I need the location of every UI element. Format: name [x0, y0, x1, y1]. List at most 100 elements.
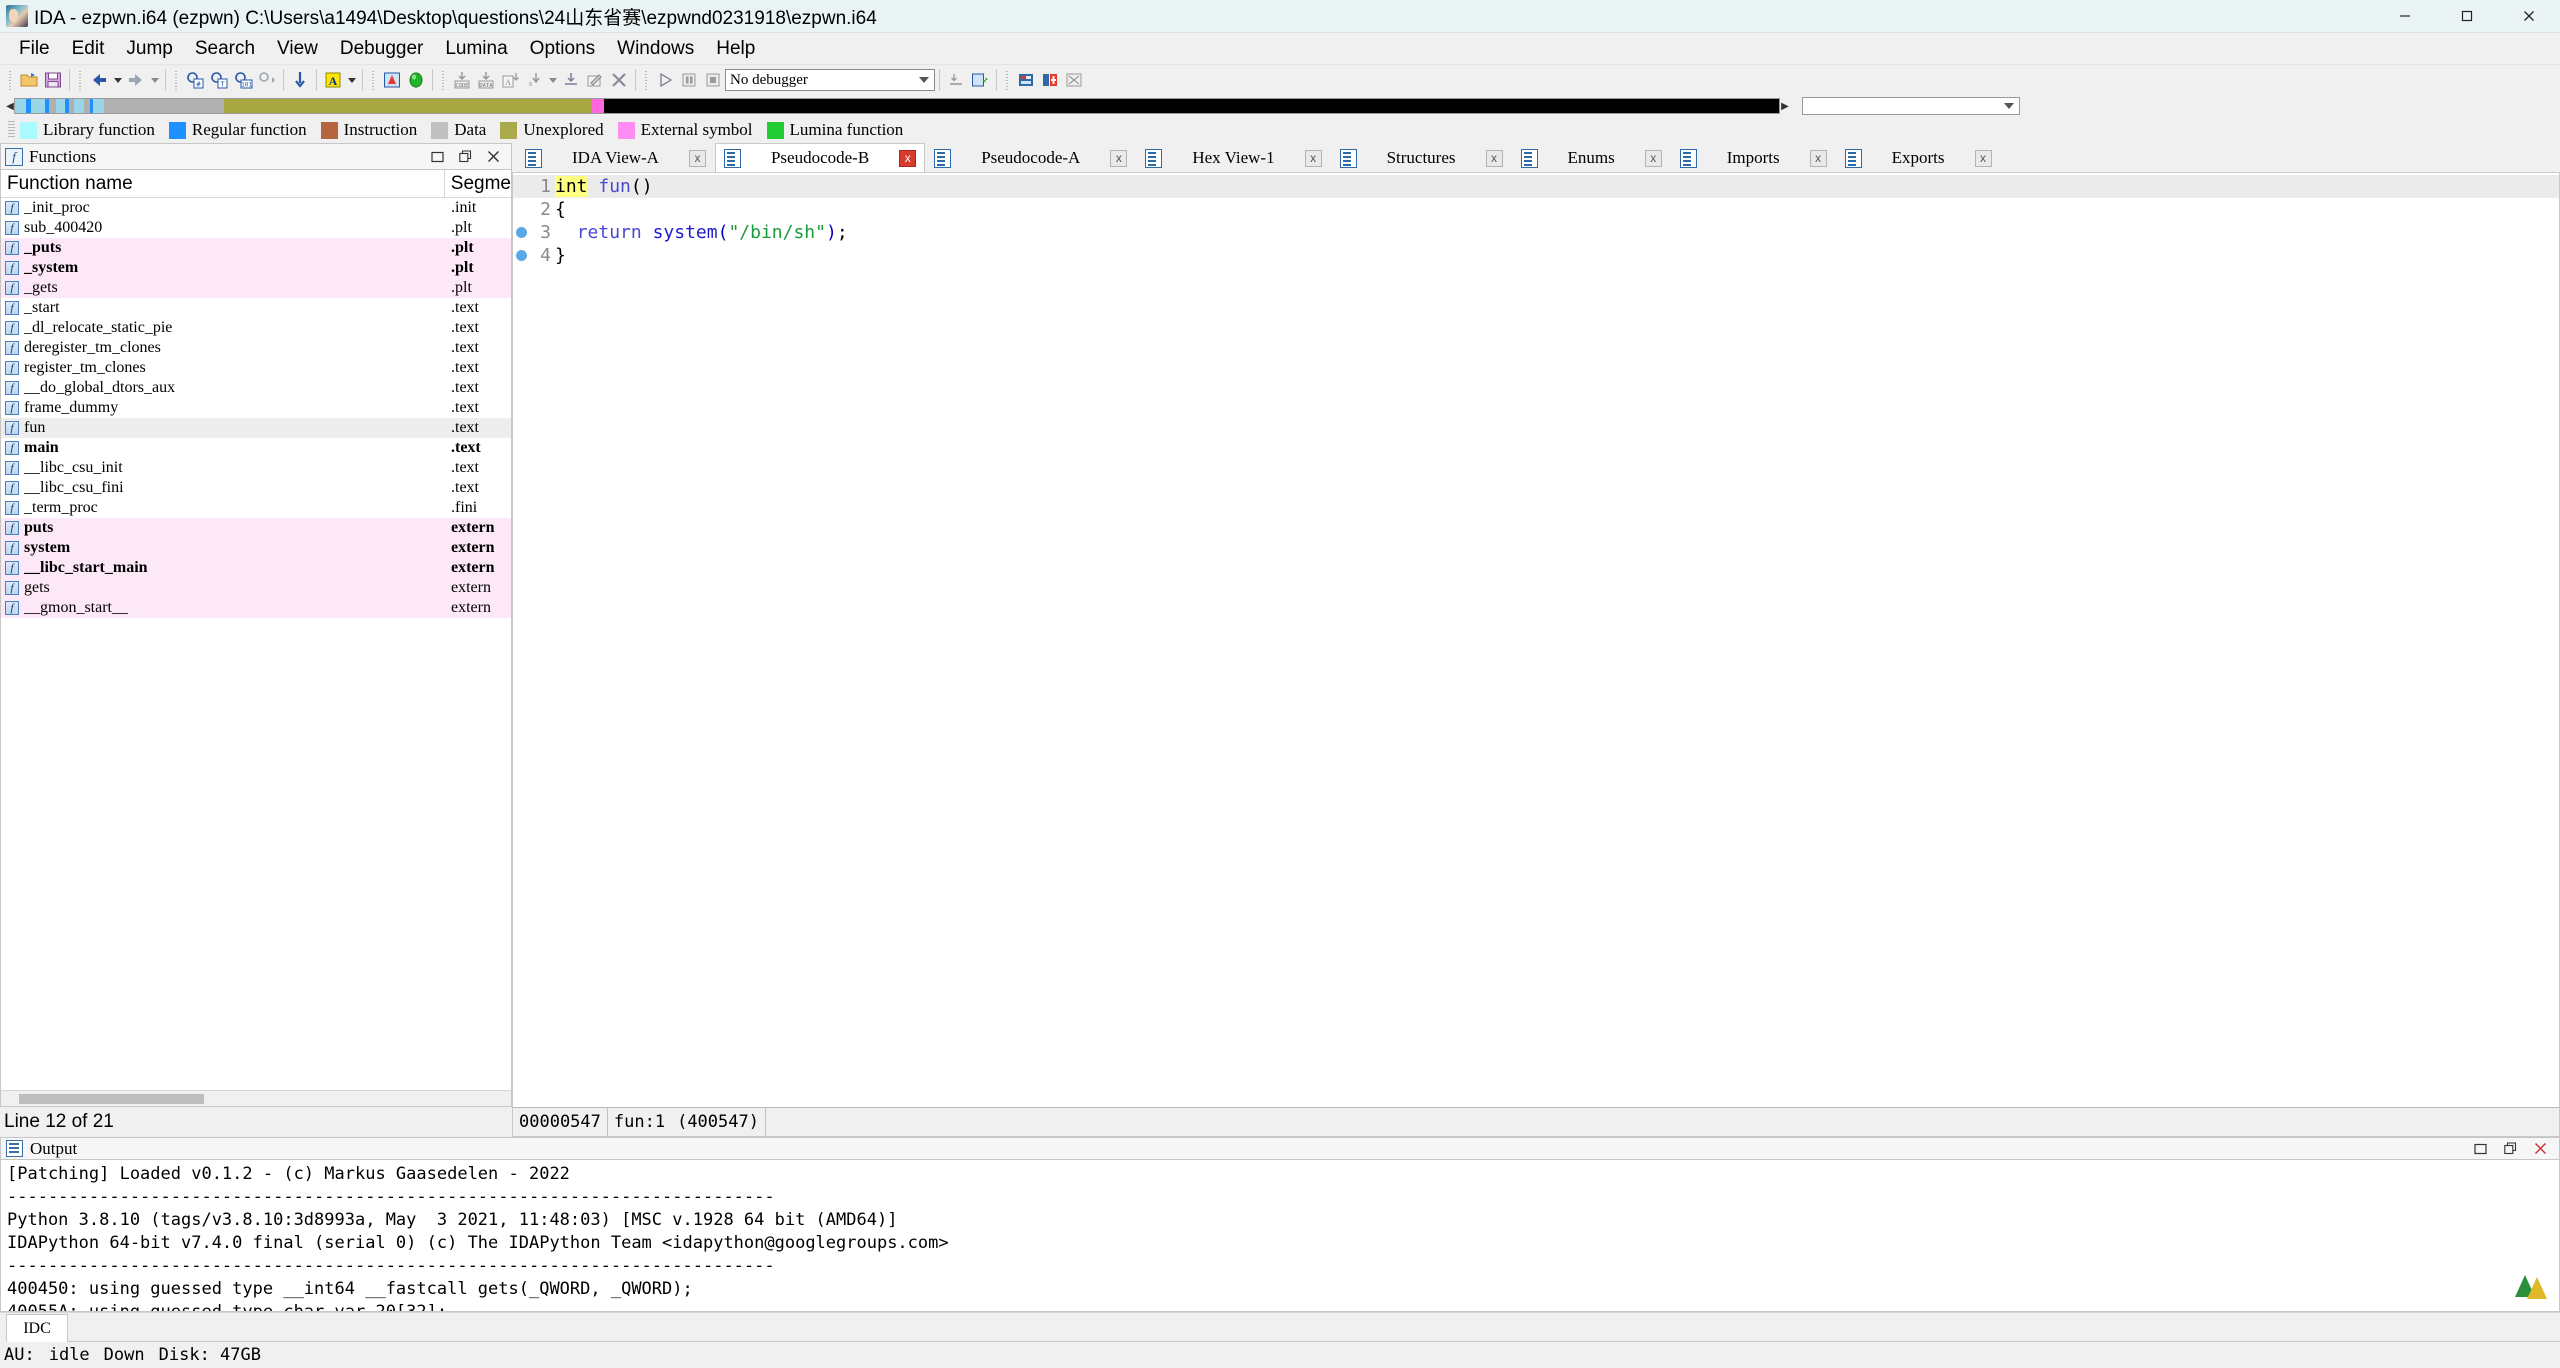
table-row[interactable]: f deregister_tm_clones .text: [1, 338, 511, 358]
table-row[interactable]: f _dl_relocate_static_pie .text: [1, 318, 511, 338]
close-icon[interactable]: [484, 148, 502, 166]
navigate-back-icon[interactable]: [87, 68, 111, 92]
table-row[interactable]: f _puts .plt: [1, 238, 511, 258]
toolbar-grip-extra[interactable]: [1004, 69, 1011, 91]
output-log[interactable]: [Patching] Loaded v0.1.2 - (c) Markus Ga…: [0, 1160, 2560, 1312]
make-struct-icon[interactable]: s: [522, 68, 546, 92]
menu-options[interactable]: Options: [519, 35, 606, 63]
functions-row-container[interactable]: f _init_proc .init f sub_400420 .plt f _puts .pl…: [1, 198, 511, 1090]
table-row[interactable]: f gets extern: [1, 578, 511, 598]
menu-view[interactable]: View: [266, 35, 329, 63]
table-row[interactable]: f __libc_csu_init .text: [1, 458, 511, 478]
table-row[interactable]: f _term_proc .fini: [1, 498, 511, 518]
stack-icon[interactable]: [1062, 68, 1086, 92]
forward-dropdown-icon[interactable]: [148, 68, 161, 92]
run-to-icon[interactable]: [404, 68, 428, 92]
step-icon[interactable]: [944, 68, 968, 92]
breakpoint-marker-icon[interactable]: [513, 227, 529, 238]
table-row[interactable]: f system extern: [1, 538, 511, 558]
table-row[interactable]: f __do_global_dtors_aux .text: [1, 378, 511, 398]
step-into-icon[interactable]: [968, 68, 992, 92]
column-header-segment[interactable]: Segme: [445, 170, 511, 197]
scrollbar-thumb[interactable]: [19, 1094, 204, 1104]
stop-icon[interactable]: [701, 68, 725, 92]
menu-edit[interactable]: Edit: [61, 35, 116, 63]
toolbar-grip-edit[interactable]: [440, 69, 447, 91]
toolbar-grip-view[interactable]: [370, 69, 377, 91]
tab-close-icon[interactable]: x: [1485, 149, 1503, 167]
toolbar-grip-debug[interactable]: [643, 69, 650, 91]
edit-function-icon[interactable]: [583, 68, 607, 92]
code-line[interactable]: 2{: [513, 198, 2559, 221]
table-row[interactable]: f __libc_csu_fini .text: [1, 478, 511, 498]
struct-dropdown-icon[interactable]: [546, 68, 559, 92]
open-file-icon[interactable]: [17, 68, 41, 92]
float-icon[interactable]: [456, 148, 474, 166]
search-next-icon[interactable]: [255, 68, 279, 92]
tab-pseudocode-a[interactable]: Pseudocode-A x: [925, 143, 1136, 172]
tab-imports[interactable]: Imports x: [1671, 143, 1836, 172]
string-style-icon[interactable]: A: [321, 68, 345, 92]
table-row[interactable]: f main .text: [1, 438, 511, 458]
make-data-icon[interactable]: DATA: [474, 68, 498, 92]
tab-close-icon[interactable]: x: [1644, 149, 1662, 167]
maximize-button[interactable]: [2436, 0, 2498, 33]
minimize-button[interactable]: [2374, 0, 2436, 33]
navigate-forward-icon[interactable]: [124, 68, 148, 92]
table-row[interactable]: f sub_400420 .plt: [1, 218, 511, 238]
table-row[interactable]: f _start .text: [1, 298, 511, 318]
toolbar-grip-nav[interactable]: [77, 69, 84, 91]
pause-icon[interactable]: [677, 68, 701, 92]
tab-close-icon[interactable]: x: [688, 149, 706, 167]
tab-structures[interactable]: Structures x: [1331, 143, 1512, 172]
navband-combo[interactable]: [1802, 97, 2020, 115]
debugger-select[interactable]: No debugger: [725, 69, 935, 91]
search-text-icon[interactable]: T: [207, 68, 231, 92]
navigation-band[interactable]: [14, 98, 1780, 114]
table-row[interactable]: f puts extern: [1, 518, 511, 538]
navband-scroll-right-icon[interactable]: ▶: [1780, 98, 1790, 114]
menu-search[interactable]: Search: [184, 35, 266, 63]
menu-windows[interactable]: Windows: [606, 35, 705, 63]
undefine-icon[interactable]: [559, 68, 583, 92]
menu-debugger[interactable]: Debugger: [329, 35, 434, 63]
tab-ida-view-a[interactable]: IDA View-A x: [516, 143, 715, 172]
code-line[interactable]: 3 return system("/bin/sh");: [513, 221, 2559, 244]
breakpoint-marker-icon[interactable]: [513, 250, 529, 261]
tab-close-icon[interactable]: x: [1974, 149, 1992, 167]
make-array-icon[interactable]: A: [498, 68, 522, 92]
tab-close-icon[interactable]: x: [1304, 149, 1322, 167]
menu-jump[interactable]: Jump: [115, 35, 183, 63]
graph-view-icon[interactable]: [380, 68, 404, 92]
make-code-icon[interactable]: CODE: [450, 68, 474, 92]
string-style-dropdown-icon[interactable]: [345, 68, 358, 92]
close-button[interactable]: [2498, 0, 2560, 33]
toolbar-grip[interactable]: [7, 69, 14, 91]
tab-pseudocode-b[interactable]: Pseudocode-B x: [714, 143, 926, 172]
output-tab-idc[interactable]: IDC: [6, 1314, 68, 1342]
menu-file[interactable]: File: [8, 35, 61, 63]
table-row[interactable]: f __gmon_start__ extern: [1, 598, 511, 618]
restore-icon[interactable]: [428, 148, 446, 166]
table-row[interactable]: f _init_proc .init: [1, 198, 511, 218]
delete-function-icon[interactable]: [607, 68, 631, 92]
table-row[interactable]: f __libc_start_main extern: [1, 558, 511, 578]
search-hex-icon[interactable]: #: [183, 68, 207, 92]
tab-close-icon[interactable]: x: [1110, 149, 1128, 167]
jump-down-icon[interactable]: [288, 68, 312, 92]
column-header-function-name[interactable]: Function name: [1, 170, 445, 197]
float-icon[interactable]: [2501, 1140, 2519, 1158]
table-row[interactable]: f frame_dummy .text: [1, 398, 511, 418]
tab-close-icon[interactable]: x: [1809, 149, 1827, 167]
table-row[interactable]: f fun .text: [1, 418, 511, 438]
tab-close-icon[interactable]: x: [899, 149, 917, 167]
save-icon[interactable]: [41, 68, 65, 92]
code-line[interactable]: 4}: [513, 244, 2559, 267]
table-row[interactable]: f register_tm_clones .text: [1, 358, 511, 378]
run-icon[interactable]: [653, 68, 677, 92]
menu-help[interactable]: Help: [705, 35, 766, 63]
toolbar-grip-search[interactable]: [173, 69, 180, 91]
legend-grip[interactable]: [8, 121, 15, 139]
pseudocode-view[interactable]: 1 int fun() 2{3 return system("/bin/sh"); 4…: [512, 173, 2560, 1107]
restore-icon[interactable]: [2471, 1140, 2489, 1158]
